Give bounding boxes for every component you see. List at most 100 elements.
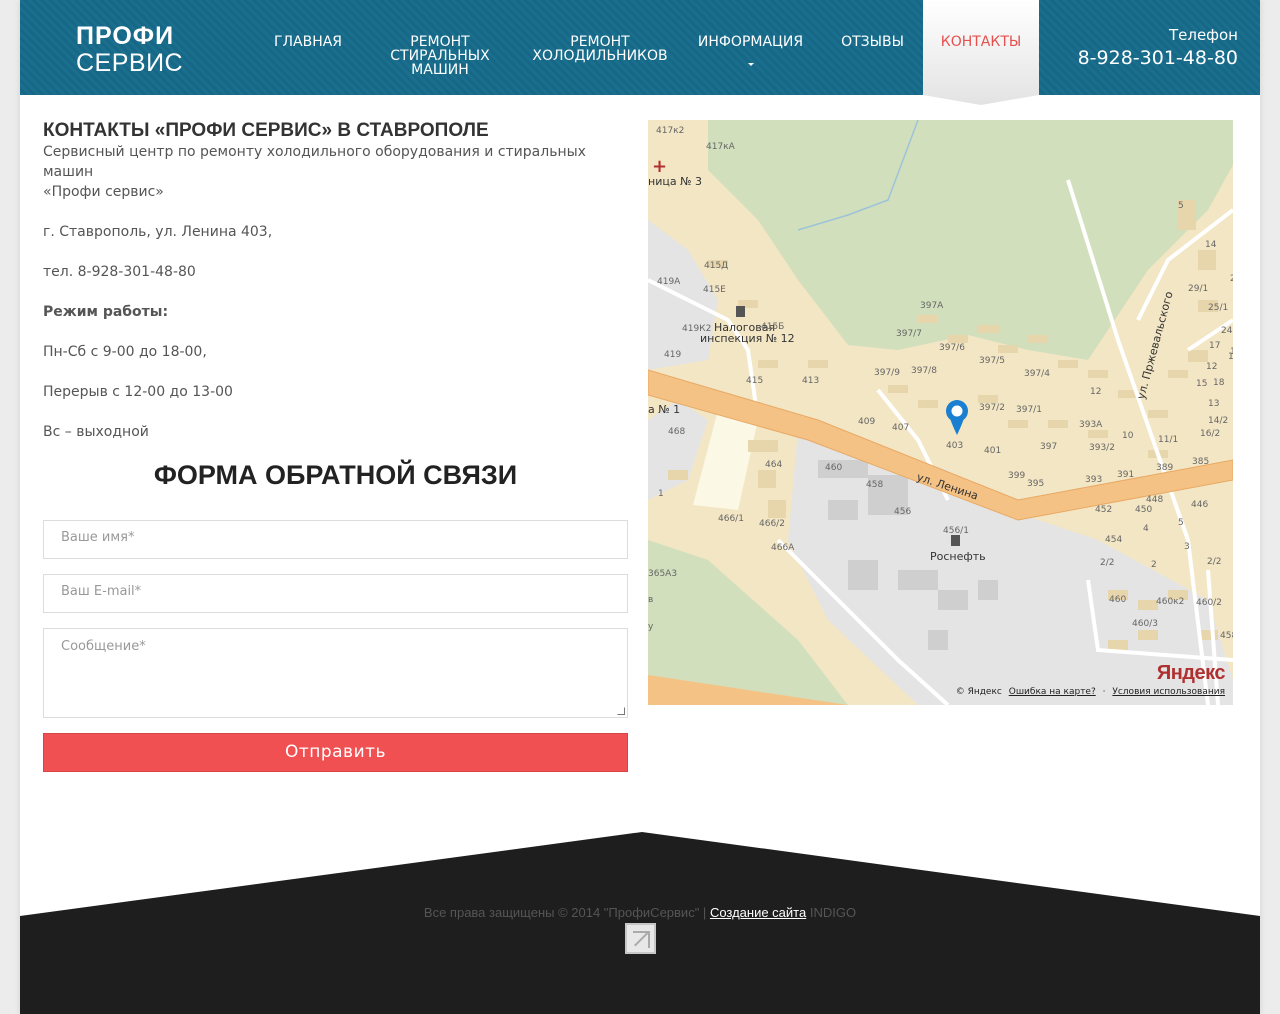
map-copyright: © Яндекс — [955, 687, 1002, 697]
company-name: «Профи сервис» — [43, 184, 164, 200]
house-number: 14/2 — [1208, 416, 1228, 426]
fuel-station-icon — [951, 535, 960, 546]
logo-line1: ПРОФИ — [76, 22, 175, 50]
house-number: 21 — [1230, 274, 1233, 284]
page-title: КОНТАКТЫ «ПРОФИ СЕРВИС» В СТАВРОПОЛЕ — [43, 120, 489, 141]
house-number: 397/5 — [979, 356, 1005, 366]
house-number: 466/2 — [759, 519, 785, 529]
nav-item-label: РЕМОНТ ХОЛОДИЛЬНИКОВ — [532, 34, 668, 64]
hours-sunday: Вс – выходной — [43, 424, 149, 440]
company-description: Сервисный центр по ремонту холодильного … — [43, 144, 586, 180]
house-number: 15 — [1196, 379, 1207, 389]
phone-label: Телефон — [1168, 26, 1238, 44]
house-number: 403 — [946, 441, 963, 451]
message-textarea[interactable]: Сообщение* — [43, 628, 628, 718]
house-number: 2 — [1151, 560, 1157, 570]
external-link-icon[interactable] — [625, 923, 656, 954]
house-number: 409 — [858, 417, 875, 427]
logo-line2: СЕРВИС — [76, 49, 184, 77]
contact-phone: тел. 8-928-301-48-80 — [43, 264, 196, 280]
house-number: 452 — [1095, 505, 1112, 515]
house-number: 417к2 — [656, 126, 684, 136]
logo[interactable]: ПРОФИ СЕРВИС — [76, 24, 183, 76]
house-number: 397/6 — [939, 343, 965, 353]
house-number: 417кА — [706, 142, 736, 152]
house-number: 397/4 — [1024, 369, 1050, 379]
house-number: у — [648, 622, 654, 632]
house-number: 397А — [920, 301, 944, 311]
name-placeholder: Ваше имя* — [61, 530, 135, 545]
nav-item-washing-repair[interactable]: РЕМОНТ СТИРАЛЬНЫХ МАШИН — [375, 0, 505, 95]
house-number: 29/1 — [1188, 284, 1208, 294]
house-number: 446 — [1191, 500, 1208, 510]
yandex-logo: Яндекс — [1156, 662, 1226, 684]
house-number: 456/1 — [943, 526, 969, 536]
nav-item-reviews[interactable]: ОТЗЫВЫ — [830, 0, 915, 95]
site-creation-link[interactable]: Создание сайта — [710, 905, 806, 920]
nav-item-contacts[interactable]: КОНТАКТЫ — [923, 0, 1039, 95]
house-number: 419 — [664, 350, 681, 360]
house-number: 397/9 — [874, 368, 900, 378]
address: г. Ставрополь, ул. Ленина 403, — [43, 224, 273, 240]
house-number: 385 — [1192, 457, 1209, 467]
nav-item-label: РЕМОНТ СТИРАЛЬНЫХ МАШИН — [390, 34, 490, 78]
house-number: 1 — [1230, 347, 1233, 357]
house-number: 413 — [802, 376, 819, 386]
map-attribution: © Яндекс Ошибка на карте? · Условия испо… — [952, 687, 1225, 697]
name-input[interactable]: Ваше имя* — [43, 520, 628, 559]
house-number: 389 — [1156, 463, 1173, 473]
map-terms-link[interactable]: Условия использования — [1112, 687, 1225, 697]
site-header: ПРОФИ СЕРВИС ГЛАВНАЯ РЕМОНТ СТИРАЛЬНЫХ М… — [20, 0, 1260, 95]
page: ПРОФИ СЕРВИС ГЛАВНАЯ РЕМОНТ СТИРАЛЬНЫХ М… — [20, 0, 1260, 1014]
house-number: 397 — [1040, 442, 1057, 452]
house-number: 1 — [658, 489, 664, 499]
hours-break: Перерыв с 12-00 до 13-00 — [43, 384, 233, 400]
house-number: 393А — [1079, 420, 1103, 430]
hospital-icon: + — [652, 156, 668, 177]
header-phone: Телефон 8-928-301-48-80 — [1078, 26, 1238, 69]
house-number: 415Д — [704, 261, 728, 271]
house-number: 460 — [825, 463, 842, 473]
poi-a1: а № 1 — [648, 403, 680, 416]
house-number: 13 — [1208, 399, 1219, 409]
house-number: 468 — [668, 427, 685, 437]
house-number: 18 — [1213, 378, 1225, 388]
house-number: 415 — [746, 376, 763, 386]
submit-button[interactable]: Отправить — [43, 733, 628, 772]
house-number: 466/1 — [718, 514, 744, 524]
message-placeholder: Сообщение* — [61, 639, 146, 654]
copyright-text: Все права защищены © 2014 "ПрофиСервис" … — [423, 905, 707, 920]
hours-title-text: Режим работы: — [43, 304, 169, 320]
house-number: 460к2 — [1156, 597, 1184, 607]
house-number: 2/2 — [1100, 558, 1114, 568]
email-placeholder: Ваш E-mail* — [61, 584, 142, 599]
house-number: 399 — [1008, 471, 1025, 481]
nav-item-label: ИНФОРМАЦИЯ — [697, 34, 804, 50]
house-number: 12 — [1206, 362, 1217, 372]
map-canvas[interactable]: ул. Ленина ул. Пржевальского Налоговая и… — [648, 120, 1233, 705]
nav-item-info[interactable]: ИНФОРМАЦИЯ — [690, 0, 811, 95]
poi-rosneft: Роснефть — [930, 550, 986, 563]
form-title: ФОРМА ОБРАТНОЙ СВЯЗИ — [153, 460, 518, 490]
house-number: 397/8 — [911, 366, 937, 376]
map-error-link[interactable]: Ошибка на карте? — [1009, 687, 1096, 697]
house-number: 415Б — [761, 322, 784, 332]
hours-weekdays: Пн-Сб с 9-00 до 18-00, — [43, 344, 207, 360]
house-number: 458 — [866, 480, 883, 490]
house-number: 16/2 — [1200, 429, 1220, 439]
email-input[interactable]: Ваш E-mail* — [43, 574, 628, 613]
house-number: 391 — [1117, 470, 1134, 480]
nav-item-label: ГЛАВНАЯ — [273, 34, 343, 50]
yandex-map[interactable]: ул. Ленина ул. Пржевальского Налоговая и… — [648, 120, 1233, 705]
house-number: 419А — [657, 277, 681, 287]
nav-item-fridge-repair[interactable]: РЕМОНТ ХОЛОДИЛЬНИКОВ — [525, 0, 675, 95]
house-number: 365А3 — [648, 569, 677, 579]
house-number: 460/3 — [1132, 619, 1158, 629]
caret-down-icon — [747, 63, 754, 66]
phone-number[interactable]: 8-928-301-48-80 — [1078, 47, 1238, 69]
poi-tax-line2: инспекция № 12 — [700, 332, 795, 345]
resize-grip-icon[interactable] — [617, 707, 625, 715]
house-number: 466А — [771, 543, 795, 553]
nav-item-home[interactable]: ГЛАВНАЯ — [255, 0, 361, 95]
house-number: 395 — [1027, 479, 1044, 489]
